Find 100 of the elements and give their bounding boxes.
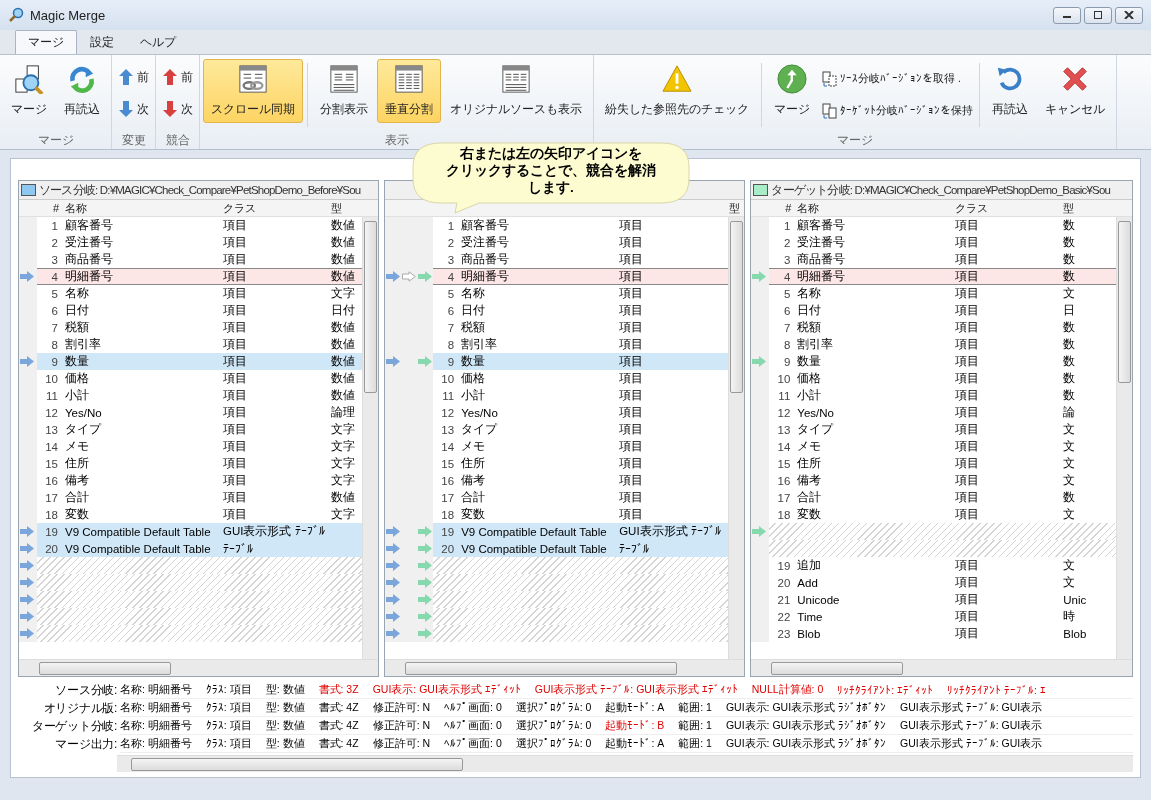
table-row[interactable]: 21 Unicode 項目 Unic <box>769 591 1116 608</box>
table-row[interactable]: 15 住所 項目 文字 <box>37 455 363 472</box>
table-row[interactable]: 17 合計 項目 <box>433 489 729 506</box>
table-row[interactable]: 1 顧客番号 項目 <box>433 217 729 234</box>
arrow-icon[interactable] <box>386 628 401 639</box>
table-row[interactable]: 3 商品番号 項目 数値 <box>37 251 363 268</box>
table-row[interactable]: 5 名称 項目 <box>433 285 729 302</box>
ribbon-button[interactable]: 次 <box>159 97 196 121</box>
arrow-icon[interactable] <box>386 560 401 571</box>
arrow-icon[interactable] <box>418 611 433 622</box>
ribbon-button[interactable]: マージ <box>766 59 818 123</box>
table-row[interactable]: 12 Yes/No 項目 論理 <box>37 404 363 421</box>
column-header[interactable]: クラス <box>223 200 331 216</box>
arrow-icon[interactable] <box>418 560 433 571</box>
ribbon-tab[interactable]: 設定 <box>77 30 127 54</box>
arrow-icon[interactable] <box>386 611 401 622</box>
minimize-button[interactable] <box>1053 6 1081 24</box>
column-header[interactable]: 名称 <box>65 200 223 216</box>
ribbon-button[interactable]: キャンセル <box>1037 59 1113 123</box>
table-row[interactable]: 8 割引率 項目 数値 <box>37 336 363 353</box>
ribbon-button[interactable]: オリジナルソースも表示 <box>442 59 590 123</box>
table-row[interactable]: 18 変数 項目 文字 <box>37 506 363 523</box>
table-row[interactable]: 2 受注番号 項目 数値 <box>37 234 363 251</box>
horizontal-scrollbar[interactable] <box>117 755 1133 772</box>
ribbon-button[interactable]: 紛失した参照先のチェック <box>597 59 757 123</box>
table-row[interactable]: 7 税額 項目 数値 <box>37 319 363 336</box>
table-row[interactable]: 9 数量 項目 数 <box>769 353 1116 370</box>
ribbon-button[interactable]: ｿｰｽ分岐ﾊﾞｰｼﾞｮﾝを取得 . <box>819 69 975 89</box>
ribbon-button[interactable]: 前 <box>115 65 152 89</box>
table-row[interactable]: 1 顧客番号 項目 数値 <box>37 217 363 234</box>
table-row[interactable]: 11 小計 項目 数値 <box>37 387 363 404</box>
table-row[interactable]: 19 V9 Compatible Default Table GUI表示形式 ﾃｰﾌﾞﾙ <box>37 523 363 540</box>
arrow-icon[interactable] <box>386 594 401 605</box>
table-row[interactable]: 20 Add 項目 文 <box>769 574 1116 591</box>
table-row[interactable]: 2 受注番号 項目 <box>433 234 729 251</box>
table-row[interactable]: 19 追加 項目 文 <box>769 557 1116 574</box>
arrow-icon[interactable] <box>418 577 433 588</box>
horizontal-scrollbar[interactable] <box>751 659 1132 676</box>
arrow-icon[interactable] <box>418 628 433 639</box>
table-row[interactable]: 12 Yes/No 項目 <box>433 404 729 421</box>
ribbon-button[interactable]: ﾀｰｹﾞｯﾄ分岐ﾊﾞｰｼﾞｮﾝを保持 <box>819 101 975 121</box>
column-header[interactable]: # <box>769 202 798 214</box>
column-header[interactable]: 型 <box>1063 200 1117 216</box>
table-row[interactable]: 17 合計 項目 数 <box>769 489 1116 506</box>
table-row[interactable]: 7 税額 項目 数 <box>769 319 1116 336</box>
table-row[interactable]: 14 メモ 項目 文 <box>769 438 1116 455</box>
table-row[interactable]: 16 備考 項目 文 <box>769 472 1116 489</box>
ribbon-tab[interactable]: マージ <box>15 30 77 54</box>
table-row[interactable]: 3 商品番号 項目 <box>433 251 729 268</box>
table-row[interactable]: 16 備考 項目 <box>433 472 729 489</box>
horizontal-scrollbar[interactable] <box>385 659 745 676</box>
table-row[interactable]: 11 小計 項目 数 <box>769 387 1116 404</box>
arrow-icon[interactable] <box>418 594 433 605</box>
table-row[interactable]: 15 住所 項目 <box>433 455 729 472</box>
table-row[interactable]: 10 価格 項目 <box>433 370 729 387</box>
table-row[interactable]: 16 備考 項目 文字 <box>37 472 363 489</box>
table-row[interactable]: 1 顧客番号 項目 数 <box>769 217 1116 234</box>
table-row[interactable]: 7 税額 項目 <box>433 319 729 336</box>
table-row[interactable]: 6 日付 項目 <box>433 302 729 319</box>
arrow-icon[interactable] <box>418 543 433 554</box>
table-row[interactable]: 13 タイプ 項目 文字 <box>37 421 363 438</box>
table-row[interactable]: 19 V9 Compatible Default Table GUI表示形式 ﾃｰﾌﾞﾙ <box>433 523 729 540</box>
ribbon-button[interactable]: 再読込 <box>984 59 1036 123</box>
table-row[interactable]: 9 数量 項目 数値 <box>37 353 363 370</box>
table-row[interactable]: 5 名称 項目 文字 <box>37 285 363 302</box>
table-row[interactable]: 8 割引率 項目 <box>433 336 729 353</box>
arrow-icon[interactable] <box>386 543 401 554</box>
table-row[interactable]: 9 数量 項目 <box>433 353 729 370</box>
column-header[interactable]: 型 <box>729 200 741 216</box>
table-row[interactable]: 5 名称 項目 文 <box>769 285 1116 302</box>
table-row[interactable]: 10 価格 項目 数値 <box>37 370 363 387</box>
table-row[interactable]: 15 住所 項目 文 <box>769 455 1116 472</box>
table-row[interactable]: 14 メモ 項目 文字 <box>37 438 363 455</box>
table-row[interactable]: 2 受注番号 項目 数 <box>769 234 1116 251</box>
column-header[interactable]: # <box>37 202 65 214</box>
table-row[interactable]: 13 タイプ 項目 文 <box>769 421 1116 438</box>
column-header[interactable]: 型 <box>331 200 364 216</box>
arrow-icon[interactable] <box>386 577 401 588</box>
table-row[interactable]: 11 小計 項目 <box>433 387 729 404</box>
table-row[interactable]: 6 日付 項目 日付 <box>37 302 363 319</box>
vertical-scrollbar[interactable] <box>1116 217 1132 659</box>
vertical-scrollbar[interactable] <box>362 217 379 659</box>
table-row[interactable]: 14 メモ 項目 <box>433 438 729 455</box>
maximize-button[interactable] <box>1084 6 1112 24</box>
ribbon-button[interactable]: スクロール同期 <box>203 59 303 123</box>
ribbon-button[interactable]: 分割表示 <box>312 59 376 123</box>
table-row[interactable]: 18 変数 項目 文 <box>769 506 1116 523</box>
table-row[interactable]: 22 Time 項目 時 <box>769 608 1116 625</box>
close-button[interactable] <box>1115 6 1143 24</box>
ribbon-button[interactable]: 垂直分割 <box>377 59 441 123</box>
column-header[interactable]: クラス <box>955 200 1064 216</box>
table-row[interactable]: 20 V9 Compatible Default Table ﾃｰﾌﾞﾙ <box>433 540 729 557</box>
arrow-icon[interactable] <box>386 356 401 367</box>
table-row[interactable]: 20 V9 Compatible Default Table ﾃｰﾌﾞﾙ <box>37 540 363 557</box>
table-row[interactable]: 4 明細番号 項目 <box>433 268 729 285</box>
ribbon-button[interactable]: マージ <box>3 59 55 123</box>
arrow-icon[interactable] <box>418 356 433 367</box>
ribbon-button[interactable]: 次 <box>115 97 152 121</box>
table-row[interactable]: 6 日付 項目 日 <box>769 302 1116 319</box>
table-row[interactable]: 4 明細番号 項目 数 <box>769 268 1116 285</box>
